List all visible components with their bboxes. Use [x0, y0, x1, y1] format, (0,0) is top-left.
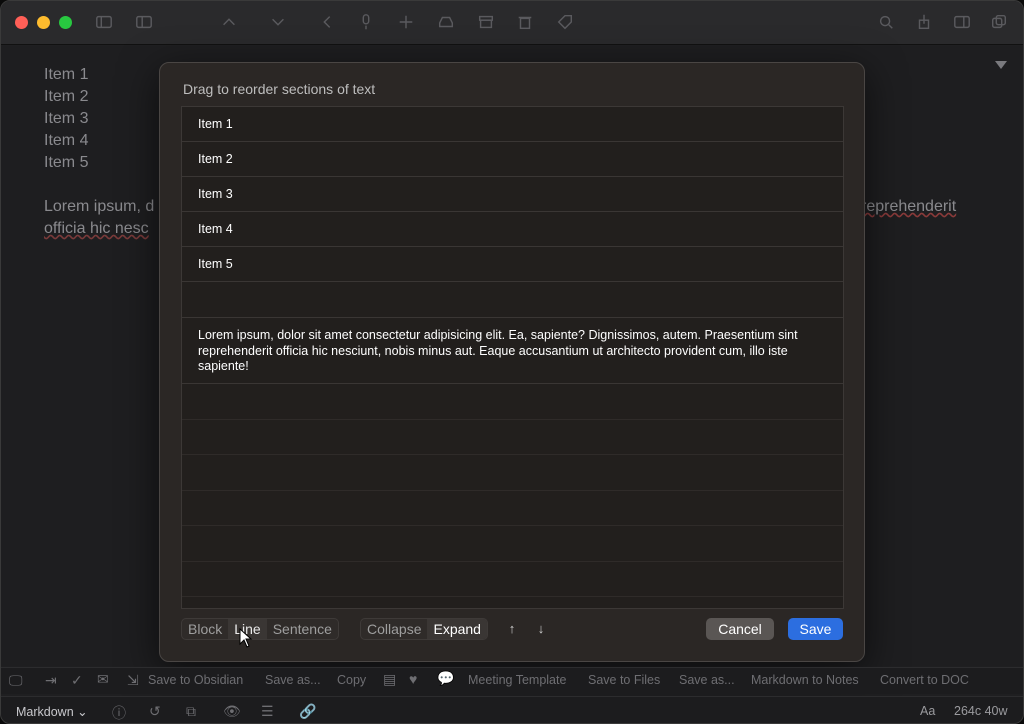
speech-bubble-icon[interactable]: 💬 — [437, 670, 454, 687]
window-copy-icon[interactable] — [989, 13, 1009, 33]
dialog-title: Drag to reorder sections of text — [183, 81, 376, 97]
maximize-window-button[interactable] — [59, 16, 72, 29]
editor-line: Item 2 — [44, 88, 89, 105]
archive-icon[interactable] — [476, 13, 496, 33]
empty-row — [182, 562, 843, 597]
table-icon[interactable]: ▤ — [383, 671, 396, 688]
line-spacing-icon[interactable]: ☰ — [261, 703, 274, 720]
expand-button[interactable]: Expand — [427, 619, 487, 639]
heart-icon[interactable]: ♥ — [409, 671, 417, 687]
empty-row — [182, 384, 843, 420]
list-item-paragraph[interactable]: Lorem ipsum, dolor sit amet consectetur … — [182, 318, 843, 384]
close-window-button[interactable] — [15, 16, 28, 29]
copy-action[interactable]: Copy — [337, 673, 366, 687]
microphone-icon[interactable] — [356, 13, 376, 33]
chevron-down-icon[interactable] — [268, 13, 288, 33]
list-item[interactable]: Item 1 — [182, 107, 843, 142]
trash-icon[interactable] — [515, 13, 535, 33]
empty-row — [182, 491, 843, 526]
editor-line: Item 1 — [44, 66, 89, 83]
list-item[interactable]: Item 3 — [182, 177, 843, 212]
cancel-button[interactable]: Cancel — [706, 618, 774, 640]
import-icon[interactable]: ⇥ — [45, 672, 57, 689]
checkmark-icon[interactable]: ✓ — [71, 672, 83, 689]
panel-icon[interactable] — [134, 13, 154, 33]
convert-to-doc-action[interactable]: Convert to DOC — [880, 673, 969, 687]
font-settings[interactable]: Aa — [920, 704, 935, 718]
markdown-to-notes-action[interactable]: Markdown to Notes — [751, 673, 859, 687]
info-icon[interactable]: ⓘ — [112, 703, 126, 723]
reorder-icon[interactable]: ⧉ — [186, 703, 196, 720]
list-item[interactable]: Item 2 — [182, 142, 843, 177]
search-icon[interactable] — [876, 13, 896, 33]
syntax-label: Markdown — [16, 705, 74, 719]
move-up-button[interactable]: ↑ — [503, 618, 521, 640]
list-item[interactable]: Item 4 — [182, 212, 843, 247]
link-icon[interactable]: 🔗 — [299, 703, 316, 720]
view-mode-control: Collapse Expand — [360, 618, 488, 640]
editor-line: Item 5 — [44, 154, 89, 171]
meeting-template-action[interactable]: Meeting Template — [468, 673, 566, 687]
app-window: Item 1 Item 2 Item 3 Item 4 Item 5 Lorem… — [0, 0, 1024, 724]
sidebar-icon[interactable] — [94, 13, 114, 33]
character-word-count: 264c 40w — [954, 704, 1008, 718]
block-mode-button[interactable]: Block — [182, 619, 228, 639]
share-icon[interactable] — [914, 13, 934, 33]
eye-icon[interactable]: 👁 — [223, 703, 241, 720]
empty-row — [182, 455, 843, 491]
tag-icon[interactable] — [555, 13, 575, 33]
editor-line: Item 3 — [44, 110, 89, 127]
split-mode-control: Block Line Sentence — [181, 618, 339, 640]
collapse-triangle-icon[interactable] — [995, 61, 1007, 69]
chevron-up-icon[interactable] — [219, 13, 239, 33]
move-down-button[interactable]: ↓ — [532, 618, 550, 640]
save-as-action-2[interactable]: Save as... — [679, 673, 735, 687]
empty-row — [182, 597, 843, 608]
save-button[interactable]: Save — [788, 618, 843, 640]
title-bar — [1, 1, 1023, 45]
monitor-icon[interactable]: 🖵 — [9, 672, 23, 689]
export-icon: ⇲ — [127, 672, 139, 688]
plus-icon[interactable] — [396, 13, 416, 33]
collapse-button[interactable]: Collapse — [361, 619, 427, 639]
reorder-dialog: Drag to reorder sections of text Item 1 … — [159, 62, 865, 662]
list-item-empty[interactable] — [182, 282, 843, 318]
split-view-icon[interactable] — [952, 13, 972, 33]
mail-icon[interactable]: ✉ — [97, 671, 109, 688]
action-toolbar: 🖵 ⇥ ✓ ✉ ⇲ Save to Obsidian Save as... Co… — [1, 667, 1023, 694]
back-icon[interactable] — [317, 13, 337, 33]
list-item[interactable]: Item 5 — [182, 247, 843, 282]
save-to-obsidian-action[interactable]: Save to Obsidian — [148, 673, 243, 687]
syntax-selector[interactable]: Markdown ⌄ — [16, 704, 88, 719]
sentence-mode-button[interactable]: Sentence — [267, 619, 338, 639]
editor-line: Item 4 — [44, 132, 89, 149]
chevron-down-icon: ⌄ — [77, 705, 88, 719]
inbox-icon[interactable] — [436, 13, 456, 33]
minimize-window-button[interactable] — [37, 16, 50, 29]
mouse-cursor-icon — [239, 628, 253, 648]
editor-para-fragment: reprehenderit — [861, 198, 957, 215]
empty-row — [182, 526, 843, 562]
status-bar: Markdown ⌄ ⓘ ↺ ⧉ 👁 ☰ 🔗 Aa 264c 40w — [1, 696, 1023, 723]
save-as-action[interactable]: Save as... — [265, 673, 321, 687]
sections-list[interactable]: Item 1 Item 2 Item 3 Item 4 Item 5 Lorem… — [181, 106, 844, 609]
empty-row — [182, 420, 843, 455]
undo-icon[interactable]: ↺ — [149, 703, 161, 720]
save-to-files-action[interactable]: Save to Files — [588, 673, 660, 687]
